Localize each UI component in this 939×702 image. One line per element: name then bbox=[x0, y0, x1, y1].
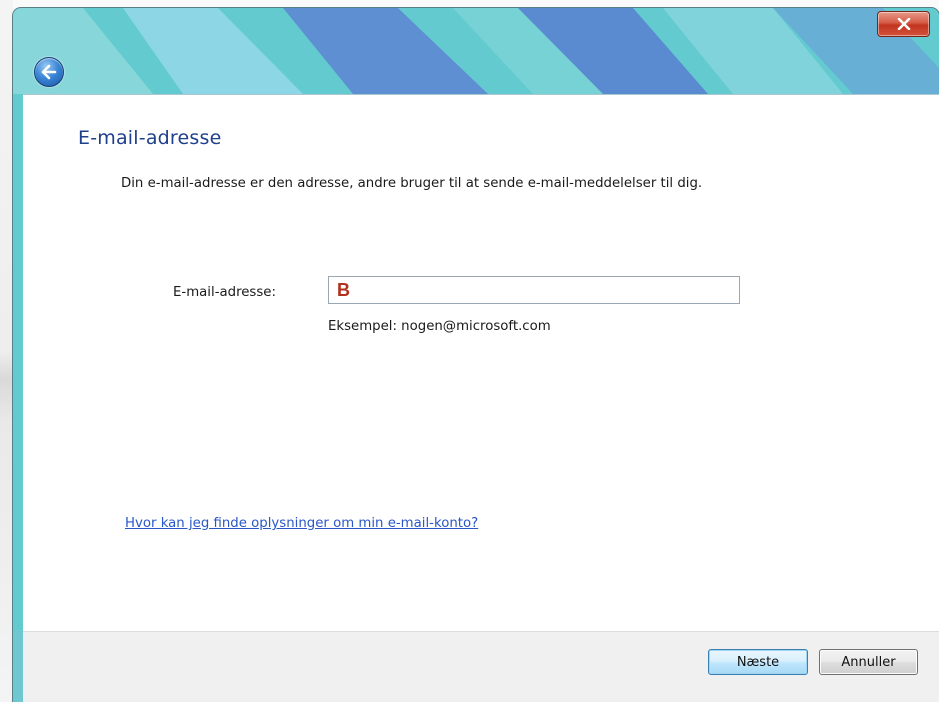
wizard-content: E-mail-adresse Din e-mail-adresse er den… bbox=[23, 94, 939, 631]
help-link[interactable]: Hvor kan jeg finde oplysninger om min e-… bbox=[125, 516, 478, 531]
next-button[interactable]: Næste bbox=[708, 649, 808, 675]
example-text: Eksempel: nogen@microsoft.com bbox=[328, 319, 551, 334]
wizard-footer: Næste Annuller bbox=[23, 631, 939, 702]
email-input[interactable] bbox=[328, 276, 740, 304]
close-icon bbox=[897, 18, 910, 30]
page-title: E-mail-adresse bbox=[78, 127, 222, 149]
description-text: Din e-mail-adresse er den adresse, andre… bbox=[121, 176, 703, 191]
back-arrow-icon bbox=[41, 64, 57, 80]
desktop-background-strip bbox=[0, 0, 13, 702]
email-label: E-mail-adresse: bbox=[173, 285, 276, 300]
desktop: E-mail-adresse Din e-mail-adresse er den… bbox=[0, 0, 939, 702]
back-button[interactable] bbox=[34, 57, 64, 87]
wizard-window: E-mail-adresse Din e-mail-adresse er den… bbox=[13, 8, 939, 702]
close-button[interactable] bbox=[877, 11, 930, 37]
cancel-button[interactable]: Annuller bbox=[819, 649, 918, 675]
